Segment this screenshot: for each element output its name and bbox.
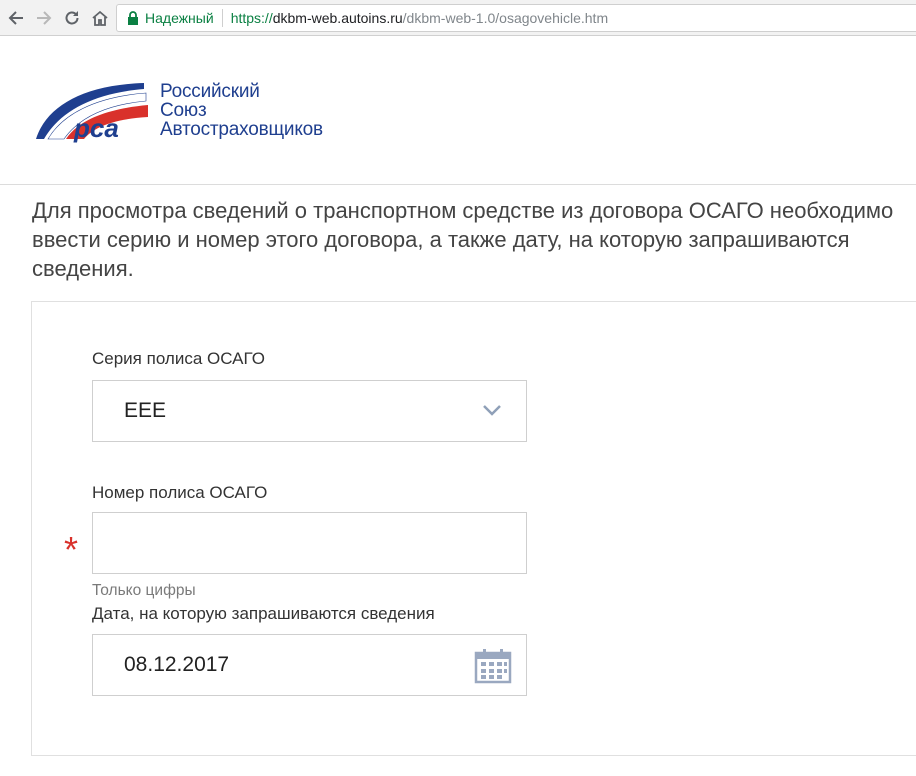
lock-icon xyxy=(127,11,139,25)
series-select-value: ЕЕЕ xyxy=(124,399,167,422)
logo-line-3: Автостраховщиков xyxy=(160,119,323,140)
number-label: Номер полиса ОСАГО xyxy=(92,483,268,502)
series-select[interactable]: ЕЕЕ xyxy=(92,380,527,442)
intro-text: Для просмотра сведений о транспортном ср… xyxy=(32,198,894,281)
calendar-icon[interactable] xyxy=(474,648,512,684)
url-scheme: https:// xyxy=(230,10,273,26)
back-arrow-icon[interactable] xyxy=(4,6,28,30)
site-header: рса Российский Союз Автостраховщиков xyxy=(0,37,916,185)
date-input-value: 08.12.2017 xyxy=(124,653,230,676)
home-icon[interactable] xyxy=(88,6,112,30)
number-input[interactable] xyxy=(92,512,527,574)
address-bar[interactable]: Надежный https:// dkbm-web.autoins.ru /d… xyxy=(116,4,916,32)
logo-wordmark: Российский Союз Автостраховщиков xyxy=(160,82,323,140)
forward-arrow-icon[interactable] xyxy=(32,6,56,30)
browser-toolbar: Надежный https:// dkbm-web.autoins.ru /d… xyxy=(0,0,916,36)
logo-mark-text: рса xyxy=(73,113,119,143)
chevron-down-icon xyxy=(483,405,501,416)
url-host: dkbm-web.autoins.ru xyxy=(272,10,403,26)
rsa-logo-mark-icon: рса xyxy=(36,83,148,143)
date-label: Дата, на которую запрашиваются сведения xyxy=(92,604,435,623)
number-hint: Только цифры xyxy=(92,582,196,599)
omnibox-divider xyxy=(221,9,223,27)
reload-icon[interactable] xyxy=(60,6,84,30)
required-asterisk: * xyxy=(64,529,79,570)
secure-label: Надежный xyxy=(145,10,214,26)
date-input[interactable]: 08.12.2017 xyxy=(92,634,527,696)
rsa-logo[interactable]: рса Российский Союз Автостраховщиков xyxy=(34,77,334,147)
url-path: /dkbm-web-1.0/osagovehicle.htm xyxy=(402,10,609,26)
series-label: Серия полиса ОСАГО xyxy=(92,349,265,368)
